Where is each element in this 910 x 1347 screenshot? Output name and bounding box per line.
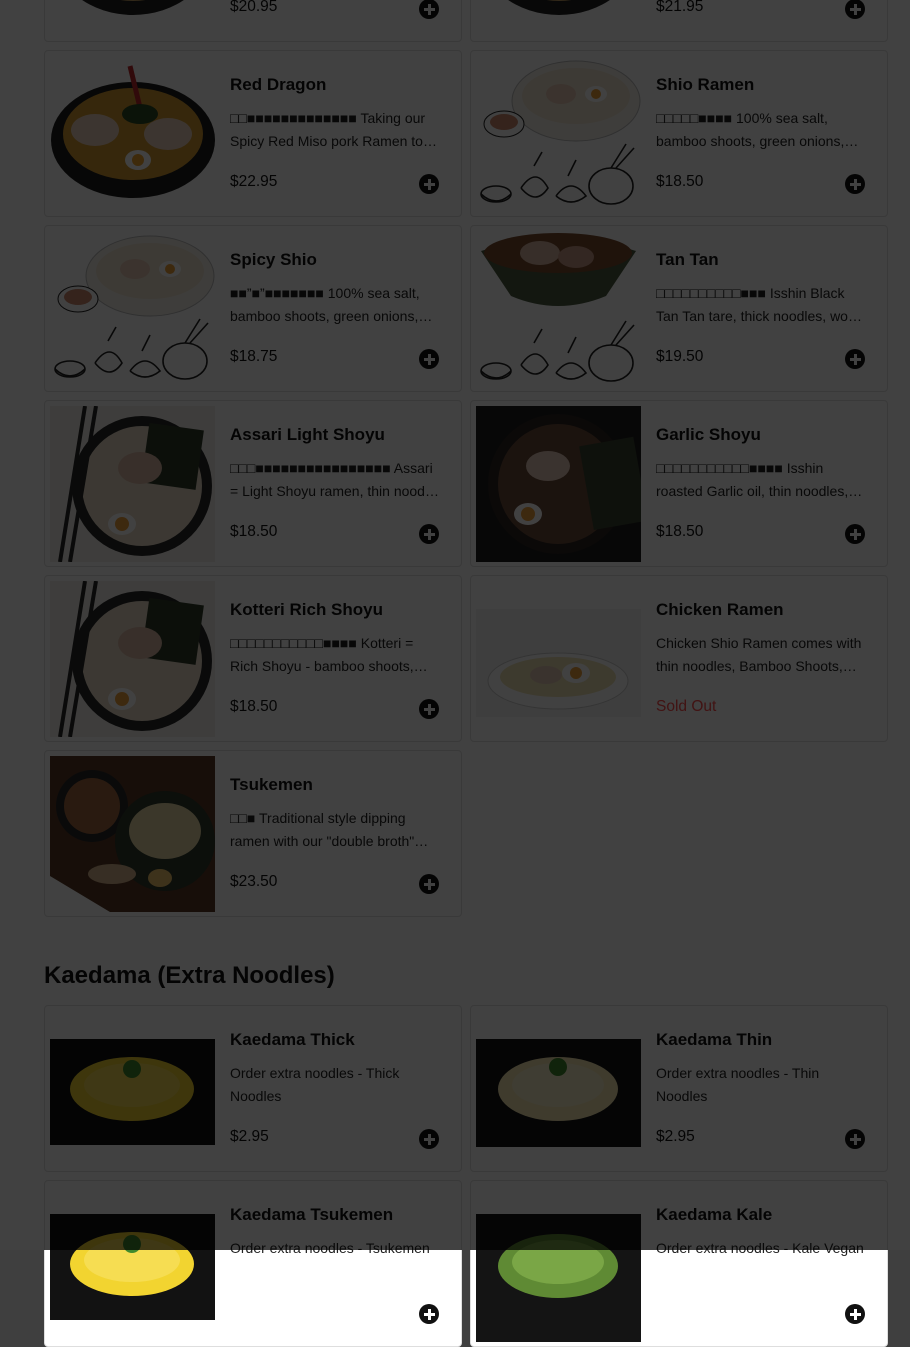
shio-ramen-illustration-image bbox=[476, 56, 641, 212]
menu-item-price: $22.95 bbox=[230, 173, 278, 190]
kaedama-section-title: Kaedama (Extra Noodles) bbox=[44, 962, 335, 989]
menu-item-name: Assari Light Shoyu bbox=[230, 425, 385, 444]
sold-out-label: Sold Out bbox=[656, 698, 717, 715]
menu-item-price: $18.75 bbox=[230, 348, 278, 365]
menu-item-description: Chicken Shio Ramen comes with thin noodl… bbox=[656, 635, 862, 674]
menu-item-card[interactable]: Spicy Shio ■■”■”■■■■■■■ 100% sea salt, ba… bbox=[44, 225, 462, 392]
ramen-bowl-image bbox=[50, 0, 215, 37]
menu-item-description: □□□□□□□□□□■■■ Isshin Black Tan Tan tare,… bbox=[656, 285, 855, 324]
spicy-ramen-bowl-image bbox=[50, 56, 215, 212]
menu-item-name: Kaedama Tsukemen bbox=[230, 1205, 394, 1224]
plus-circle-icon[interactable] bbox=[419, 874, 439, 894]
menu-item-description: □□■ Traditional style dipping ramen with… bbox=[230, 810, 415, 849]
plus-circle-icon[interactable] bbox=[845, 1129, 865, 1149]
menu-item-description: □□□□□□□□□□□■■■■ Kotteri = Rich Shoyu - b… bbox=[230, 635, 414, 674]
menu-item-card[interactable]: Kaedama Thick Order extra noodles - Thick… bbox=[44, 1005, 462, 1172]
plus-circle-icon[interactable] bbox=[845, 524, 865, 544]
menu-item-card[interactable]: Kotteri Rich Shoyu □□□□□□□□□□□■■■■ Kotter… bbox=[44, 575, 462, 742]
menu-item-card[interactable]: Kaedama Kale Order extra noodles - Kale V… bbox=[470, 1180, 888, 1347]
plus-circle-icon[interactable] bbox=[845, 1304, 865, 1324]
menu-item-description: □□□■■■■■■■■■■■■■■■■ Assari = Light Shoyu… bbox=[230, 460, 440, 499]
menu-item-price: $2.95 bbox=[656, 1128, 695, 1145]
tan-tan-illustration-image bbox=[476, 231, 641, 387]
menu-page: $20.95 $21.95 Red Dragon □□■■■■■■■■■■■■■ … bbox=[0, 0, 910, 1347]
menu-item-description: □□■■■■■■■■■■■■■ Taking our Spicy Red Mis… bbox=[230, 110, 426, 149]
menu-item-card[interactable]: Tsukemen □□■ Traditional style dipping ra… bbox=[44, 750, 462, 917]
menu-item-card[interactable]: Kaedama Thin Order extra noodles - Thin N… bbox=[470, 1005, 888, 1172]
menu-item-card[interactable]: $20.95 bbox=[44, 0, 462, 42]
tsukemen-image bbox=[50, 756, 215, 912]
shoyu-ramen-image bbox=[50, 406, 215, 562]
plus-circle-icon[interactable] bbox=[419, 0, 439, 19]
thick-noodles-image bbox=[50, 1186, 215, 1342]
kale-noodles-image bbox=[476, 1186, 641, 1342]
menu-item-price: $18.50 bbox=[230, 523, 278, 540]
shio-ramen-illustration-image bbox=[50, 231, 215, 387]
thick-noodles-image bbox=[50, 1011, 215, 1167]
plus-circle-icon[interactable] bbox=[419, 1304, 439, 1324]
ramen-bowl-image bbox=[476, 0, 641, 37]
menu-item-description: Order extra noodles - Thick Noodles bbox=[230, 1065, 400, 1104]
plus-circle-icon[interactable] bbox=[845, 0, 865, 19]
menu-item-card[interactable]: Chicken Ramen Chicken Shio Ramen comes wi… bbox=[470, 575, 888, 742]
menu-item-name: Kaedama Kale bbox=[656, 1205, 773, 1224]
menu-item-name: Red Dragon bbox=[230, 75, 327, 94]
menu-item-name: Spicy Shio bbox=[230, 250, 317, 269]
kaedama-menu-grid: Kaedama Thick Order extra noodles - Thick… bbox=[44, 1005, 888, 1347]
menu-item-name: Kotteri Rich Shoyu bbox=[230, 600, 384, 619]
garlic-shoyu-image bbox=[476, 406, 641, 562]
menu-item-price: $20.95 bbox=[230, 0, 278, 15]
menu-item-name: Tsukemen bbox=[230, 775, 313, 794]
menu-item-name: Kaedama Thin bbox=[656, 1030, 773, 1049]
plus-circle-icon[interactable] bbox=[845, 174, 865, 194]
menu-item-card[interactable]: Red Dragon □□■■■■■■■■■■■■■ Taking our Spi… bbox=[44, 50, 462, 217]
menu-item-name: Garlic Shoyu bbox=[656, 425, 761, 444]
menu-item-description: ■■”■”■■■■■■■ 100% sea salt, bamboo shoot… bbox=[230, 285, 420, 324]
thin-noodles-image bbox=[476, 1011, 641, 1167]
plus-circle-icon[interactable] bbox=[419, 174, 439, 194]
plus-circle-icon[interactable] bbox=[419, 1129, 439, 1149]
menu-item-price: $19.50 bbox=[656, 348, 704, 365]
menu-item-description: Order extra noodles - Thin Noodles bbox=[656, 1065, 820, 1104]
menu-item-card[interactable]: Kaedama Tsukemen Order extra noodles - Ts… bbox=[44, 1180, 462, 1347]
chicken-ramen-image bbox=[476, 581, 641, 737]
menu-item-name: Chicken Ramen bbox=[656, 600, 784, 619]
menu-item-price: $18.50 bbox=[656, 173, 704, 190]
menu-item-description: □□□□□□□□□□□■■■■ Isshin roasted Garlic oi… bbox=[656, 460, 849, 499]
menu-item-price: $2.95 bbox=[230, 1128, 269, 1145]
ramen-menu-grid: $20.95 $21.95 Red Dragon □□■■■■■■■■■■■■■ … bbox=[44, 0, 888, 917]
menu-item-description: Order extra noodles - Tsukemen bbox=[230, 1240, 430, 1256]
menu-item-description: □□□□□■■■■ 100% sea salt, bamboo shoots, … bbox=[656, 110, 845, 149]
plus-circle-icon[interactable] bbox=[419, 524, 439, 544]
menu-item-description: Order extra noodles - Kale Vegan bbox=[656, 1240, 864, 1256]
shoyu-ramen-image bbox=[50, 581, 215, 737]
plus-circle-icon[interactable] bbox=[419, 699, 439, 719]
menu-item-card[interactable]: Garlic Shoyu □□□□□□□□□□□■■■■ Isshin roast… bbox=[470, 400, 888, 567]
menu-item-card[interactable]: $21.95 bbox=[470, 0, 888, 42]
menu-item-price: $23.50 bbox=[230, 873, 278, 890]
menu-item-card[interactable]: Shio Ramen □□□□□■■■■ 100% sea salt, bambo… bbox=[470, 50, 888, 217]
menu-item-card[interactable]: Assari Light Shoyu □□□■■■■■■■■■■■■■■■■ As… bbox=[44, 400, 462, 567]
menu-item-price: $18.50 bbox=[656, 523, 704, 540]
menu-item-name: Tan Tan bbox=[656, 250, 719, 269]
menu-item-name: Shio Ramen bbox=[656, 75, 755, 94]
plus-circle-icon[interactable] bbox=[419, 349, 439, 369]
menu-item-price: $18.50 bbox=[230, 698, 278, 715]
menu-item-card[interactable]: Tan Tan □□□□□□□□□□■■■ Isshin Black Tan Ta… bbox=[470, 225, 888, 392]
menu-item-price: $21.95 bbox=[656, 0, 704, 15]
plus-circle-icon[interactable] bbox=[845, 349, 865, 369]
menu-item-name: Kaedama Thick bbox=[230, 1030, 355, 1049]
